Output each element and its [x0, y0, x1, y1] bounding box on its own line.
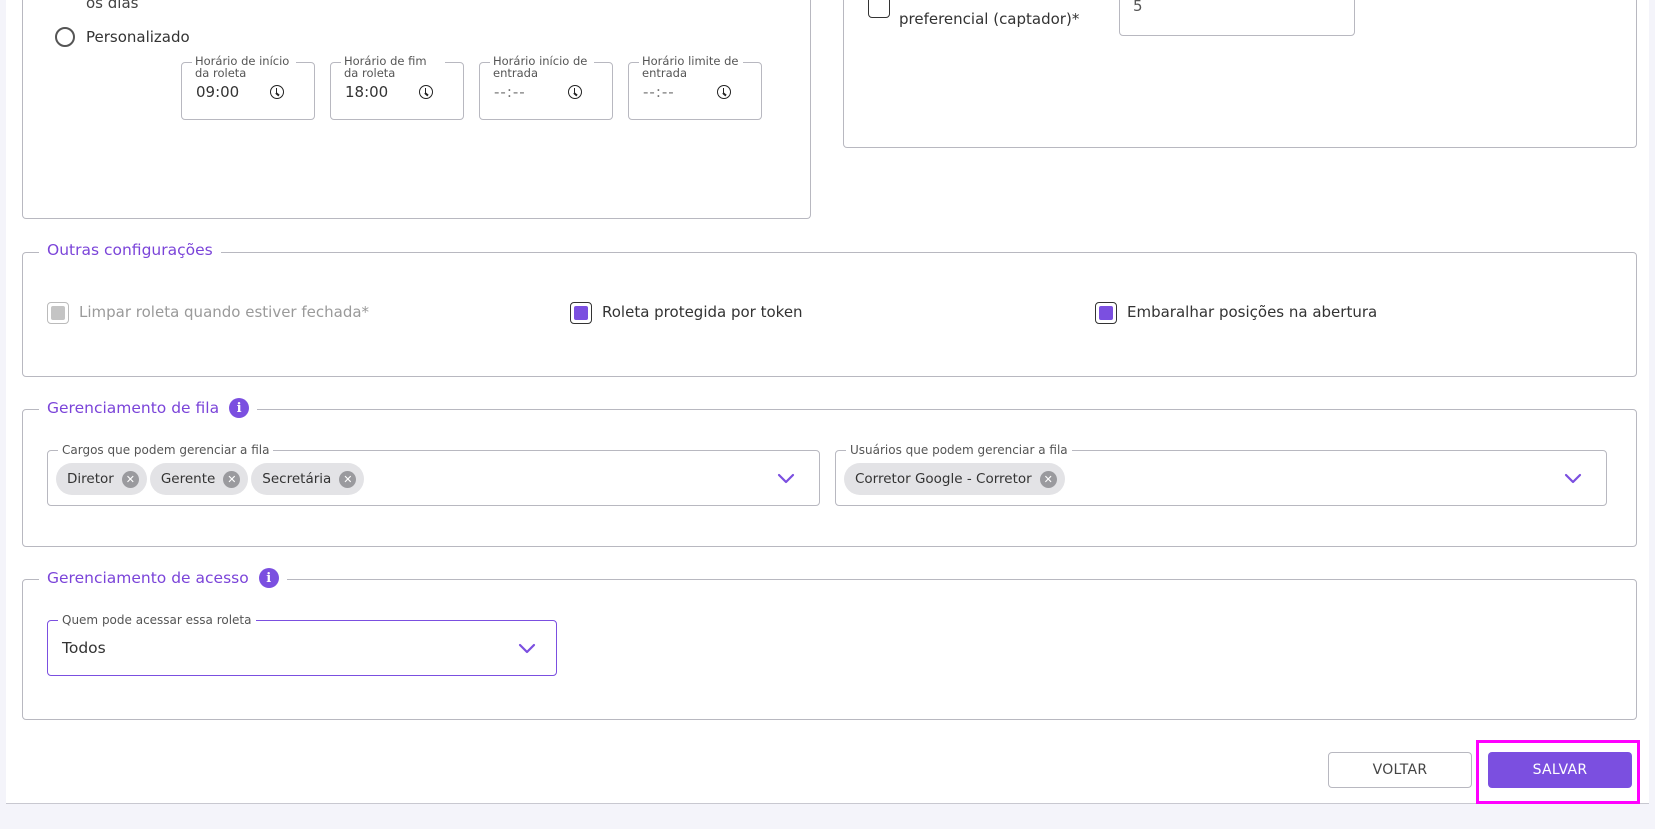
user-chip-label: Corretor Google - Corretor [855, 471, 1032, 487]
clear-roulette-checkbox [47, 302, 69, 324]
role-chip-label: Gerente [160, 471, 216, 487]
access-select[interactable]: Quem pode acessar essa roleta Todos [47, 613, 557, 676]
access-select-value: Todos [62, 639, 106, 657]
entry-limit-time-label: Horário limite de entrada [639, 55, 743, 79]
token-protected-label: Roleta protegida por token [602, 303, 803, 321]
users-chips: Corretor Google - Corretor ✕ [844, 463, 1065, 495]
other-settings-fieldset: Outras configurações Limpar roleta quand… [22, 241, 1637, 377]
info-icon[interactable]: i [258, 568, 279, 588]
clock-icon[interactable] [568, 85, 582, 99]
other-settings-title: Outras configurações [47, 241, 213, 259]
shuffle-positions-label: Embaralhar posições na abertura [1127, 303, 1378, 321]
preferential-value: 5 [1133, 0, 1143, 15]
shuffle-positions-checkbox[interactable] [1095, 302, 1117, 324]
queue-management-title: Gerenciamento de fila [47, 399, 220, 417]
remove-chip-icon[interactable]: ✕ [121, 470, 139, 488]
roles-select[interactable]: Cargos que podem gerenciar a fila Direto… [47, 443, 820, 506]
access-management-fieldset: Gerenciamento de acesso i Quem pode aces… [22, 568, 1637, 720]
end-time-value: 18:00 [345, 83, 389, 101]
start-time-value: 09:00 [196, 83, 240, 101]
token-protected-checkbox[interactable] [570, 302, 592, 324]
start-time-label: Horário de início da roleta [192, 55, 296, 79]
remove-chip-icon[interactable]: ✕ [339, 470, 357, 488]
role-chip-label: Secretária [262, 471, 332, 487]
end-time-label: Horário de fim da roleta [341, 55, 445, 79]
role-chip: Gerente ✕ [149, 463, 249, 495]
start-time-input[interactable]: Horário de início da roleta 09:00 [181, 55, 315, 120]
users-select-label: Usuários que podem gerenciar a fila [846, 443, 1072, 457]
access-management-title: Gerenciamento de acesso [47, 569, 249, 587]
access-management-legend: Gerenciamento de acesso i [39, 568, 287, 588]
roles-chips: Diretor ✕ Gerente ✕ Secretária ✕ [56, 463, 365, 495]
entry-limit-time-input[interactable]: Horário limite de entrada --:-- [628, 55, 762, 120]
role-chip-label: Diretor [67, 471, 114, 487]
end-time-input[interactable]: Horário de fim da roleta 18:00 [330, 55, 464, 120]
role-chip: Diretor ✕ [56, 463, 147, 495]
remove-chip-icon[interactable]: ✕ [223, 470, 241, 488]
chevron-down-icon[interactable] [1564, 473, 1582, 485]
other-settings-legend: Outras configurações [39, 241, 221, 259]
info-icon[interactable]: i [229, 398, 250, 418]
roles-select-label: Cargos que podem gerenciar a fila [58, 443, 274, 457]
entry-limit-time-value: --:-- [643, 83, 675, 101]
chevron-down-icon[interactable] [777, 473, 795, 485]
form-page: os dias Personalizado Horário de início … [6, 0, 1649, 804]
back-button[interactable]: VOLTAR [1328, 752, 1472, 788]
remove-chip-icon[interactable]: ✕ [1039, 470, 1057, 488]
queue-management-fieldset: Gerenciamento de fila i Cargos que podem… [22, 398, 1637, 547]
clock-icon[interactable] [419, 85, 433, 99]
role-chip: Secretária ✕ [251, 463, 365, 495]
entry-start-time-value: --:-- [494, 83, 526, 101]
clock-icon[interactable] [270, 85, 284, 99]
user-chip: Corretor Google - Corretor ✕ [844, 463, 1065, 495]
users-select[interactable]: Usuários que podem gerenciar a fila Corr… [835, 443, 1607, 506]
access-select-label: Quem pode acessar essa roleta [58, 613, 256, 627]
preferential-input[interactable]: 5 [1119, 0, 1355, 36]
save-button-highlight [1476, 740, 1640, 804]
preferential-checkbox[interactable] [868, 0, 890, 18]
chevron-down-icon[interactable] [518, 643, 536, 655]
clear-roulette-label: Limpar roleta quando estiver fechada* [79, 303, 370, 321]
schedule-partial-text: os dias [86, 0, 139, 12]
custom-radio[interactable] [55, 27, 75, 47]
entry-start-time-input[interactable]: Horário início de entrada --:-- [479, 55, 613, 120]
clock-icon[interactable] [717, 85, 731, 99]
queue-management-legend: Gerenciamento de fila i [39, 398, 258, 418]
preferential-label: preferencial (captador)* [899, 10, 1080, 28]
entry-start-time-label: Horário início de entrada [490, 55, 594, 79]
custom-radio-label: Personalizado [86, 28, 190, 46]
